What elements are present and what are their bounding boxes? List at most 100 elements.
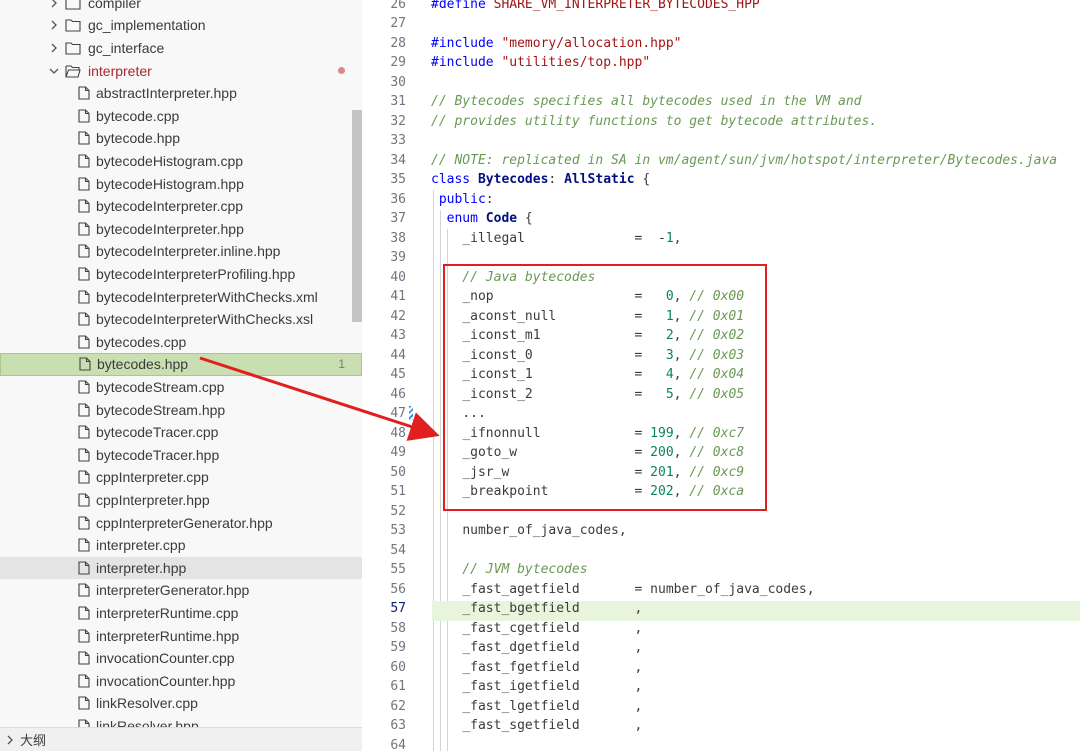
code-text: #include "utilities/top.hpp" — [431, 55, 651, 70]
code-line[interactable]: 37 enum Code { — [362, 211, 1080, 231]
line-number: 43 — [390, 328, 406, 343]
tree-folder-row[interactable]: compiler — [0, 0, 362, 14]
file-icon — [78, 583, 90, 597]
file-label: cppInterpreterGenerator.hpp — [96, 514, 273, 531]
code-text: _fast_lgetfield , — [462, 698, 643, 714]
chevron-down-icon[interactable] — [48, 64, 60, 78]
tree-file-row[interactable]: interpreterRuntime.cpp — [0, 602, 362, 625]
tree-file-row[interactable]: cppInterpreter.hpp — [0, 489, 362, 512]
code-line[interactable]: 38 _illegal = -1, — [362, 231, 1080, 251]
tree-file-row[interactable]: bytecodeHistogram.cpp — [0, 150, 362, 173]
file-icon — [78, 222, 90, 236]
file-icon — [78, 606, 90, 620]
line-number: 55 — [390, 562, 406, 577]
tree-file-row[interactable]: bytecodeTracer.cpp — [0, 421, 362, 444]
tree-file-row[interactable]: interpreter.hpp — [0, 556, 362, 580]
line-number: 29 — [390, 55, 406, 70]
tree-file-row[interactable]: bytecodeInterpreter.inline.hpp — [0, 240, 362, 263]
file-label: bytecodeTracer.cpp — [96, 424, 219, 441]
line-number: 48 — [390, 425, 406, 441]
tree-file-row[interactable]: bytecodeInterpreter.cpp — [0, 195, 362, 218]
code-line[interactable]: 26 #define SHARE_VM_INTERPRETER_BYTECODES… — [362, 0, 1080, 16]
tree-file-row[interactable]: bytecodeStream.hpp — [0, 398, 362, 421]
file-label: bytecode.cpp — [96, 107, 180, 124]
tree-file-row[interactable]: cppInterpreterGenerator.hpp — [0, 511, 362, 534]
code-line[interactable]: 61 _fast_igetfield , — [362, 679, 1080, 699]
code-text: // NOTE: replicated in SA in vm/agent/su… — [431, 152, 1058, 168]
sidebar-scrollbar[interactable] — [352, 110, 362, 322]
code-line[interactable]: 29 #include "utilities/top.hpp" — [362, 55, 1080, 75]
tree-file-row[interactable]: bytecode.hpp — [0, 127, 362, 150]
code-line[interactable]: 30 — [362, 75, 1080, 95]
file-icon — [78, 425, 90, 439]
code-line[interactable]: 53 number_of_java_codes, — [362, 523, 1080, 543]
folder-label: gc_implementation — [88, 17, 206, 34]
code-line[interactable]: 32 // provides utility functions to get b… — [362, 114, 1080, 134]
tree-folder-row[interactable]: interpreter — [0, 59, 362, 82]
line-number: 32 — [390, 113, 406, 129]
code-line[interactable]: 64 — [362, 738, 1080, 751]
tree-file-row[interactable]: bytecode.cpp — [0, 105, 362, 128]
tree-file-row[interactable]: invocationCounter.cpp — [0, 647, 362, 670]
code-line[interactable]: 59 _fast_dgetfield , — [362, 640, 1080, 660]
code-line[interactable]: 31 // Bytecodes specifies all bytecodes u… — [362, 94, 1080, 114]
code-line[interactable]: 27 — [362, 16, 1080, 36]
tree-file-row[interactable]: bytecodeHistogram.hpp — [0, 172, 362, 195]
line-number: 58 — [390, 620, 406, 636]
code-text: class Bytecodes: AllStatic { — [431, 172, 651, 187]
code-line[interactable]: 56 _fast_agetfield = number_of_java_code… — [362, 582, 1080, 602]
line-number: 56 — [390, 581, 406, 597]
file-label: bytecodeInterpreterProfiling.hpp — [96, 265, 296, 282]
file-icon — [78, 312, 90, 326]
line-number: 45 — [390, 367, 406, 382]
outline-section-header[interactable]: 大纲 — [0, 727, 362, 751]
file-icon — [78, 290, 90, 304]
tree-file-row[interactable]: interpreterGenerator.hpp — [0, 579, 362, 602]
code-line[interactable]: 36 public: — [362, 192, 1080, 212]
tree-file-row[interactable]: cppInterpreter.cpp — [0, 466, 362, 489]
code-line[interactable]: 55 // JVM bytecodes — [362, 562, 1080, 582]
file-icon — [78, 109, 90, 123]
tree-file-row[interactable]: bytecodeInterpreterWithChecks.xml — [0, 285, 362, 308]
tree-folder-row[interactable]: gc_implementation — [0, 14, 362, 37]
folded-region-marker[interactable] — [409, 406, 413, 420]
code-text: _fast_sgetfield , — [462, 718, 643, 733]
code-text: _illegal = -1, — [462, 230, 682, 246]
code-line[interactable]: 34 // NOTE: replicated in SA in vm/agent/… — [362, 153, 1080, 173]
line-number: 57 — [390, 601, 406, 616]
code-line[interactable]: 35 class Bytecodes: AllStatic { — [362, 172, 1080, 192]
code-line[interactable]: 60 _fast_fgetfield , — [362, 660, 1080, 680]
tree-file-row[interactable]: linkResolver.cpp — [0, 692, 362, 715]
chevron-right-icon[interactable] — [48, 0, 60, 10]
file-label: bytecodes.cpp — [96, 333, 187, 350]
tree-file-row[interactable]: bytecodeInterpreter.hpp — [0, 218, 362, 241]
tree-file-row[interactable]: invocationCounter.hpp — [0, 670, 362, 693]
line-number: 36 — [390, 191, 406, 207]
file-icon — [78, 561, 90, 575]
code-line-current[interactable]: 57 _fast_bgetfield , — [362, 601, 1080, 621]
file-icon — [78, 267, 90, 281]
chevron-right-icon[interactable] — [48, 18, 60, 32]
tree-file-row[interactable]: bytecodeTracer.hpp — [0, 444, 362, 467]
tree-file-row[interactable]: bytecodes.cpp — [0, 331, 362, 354]
tree-file-row[interactable]: bytecodeStream.cpp — [0, 376, 362, 399]
code-line[interactable]: 28 #include "memory/allocation.hpp" — [362, 36, 1080, 56]
tree-file-row[interactable]: bytecodes.hpp 1 — [0, 353, 362, 376]
line-number: 39 — [390, 250, 406, 265]
code-line[interactable]: 63 _fast_sgetfield , — [362, 718, 1080, 738]
code-line[interactable]: 33 — [362, 133, 1080, 153]
tree-file-row[interactable]: bytecodeInterpreterProfiling.hpp — [0, 263, 362, 286]
folder-icon — [65, 18, 81, 32]
tree-file-row[interactable]: abstractInterpreter.hpp — [0, 82, 362, 105]
tree-file-row[interactable]: interpreterRuntime.hpp — [0, 624, 362, 647]
problem-count-badge: 1 — [338, 357, 345, 372]
code-line[interactable]: 54 — [362, 543, 1080, 563]
tree-folder-row[interactable]: gc_interface — [0, 37, 362, 60]
tree-file-row[interactable]: interpreter.cpp — [0, 534, 362, 557]
file-icon — [78, 696, 90, 710]
file-icon — [78, 335, 90, 349]
chevron-right-icon[interactable] — [48, 41, 60, 55]
code-line[interactable]: 62 _fast_lgetfield , — [362, 699, 1080, 719]
tree-file-row[interactable]: bytecodeInterpreterWithChecks.xsl — [0, 308, 362, 331]
code-line[interactable]: 58 _fast_cgetfield , — [362, 621, 1080, 641]
